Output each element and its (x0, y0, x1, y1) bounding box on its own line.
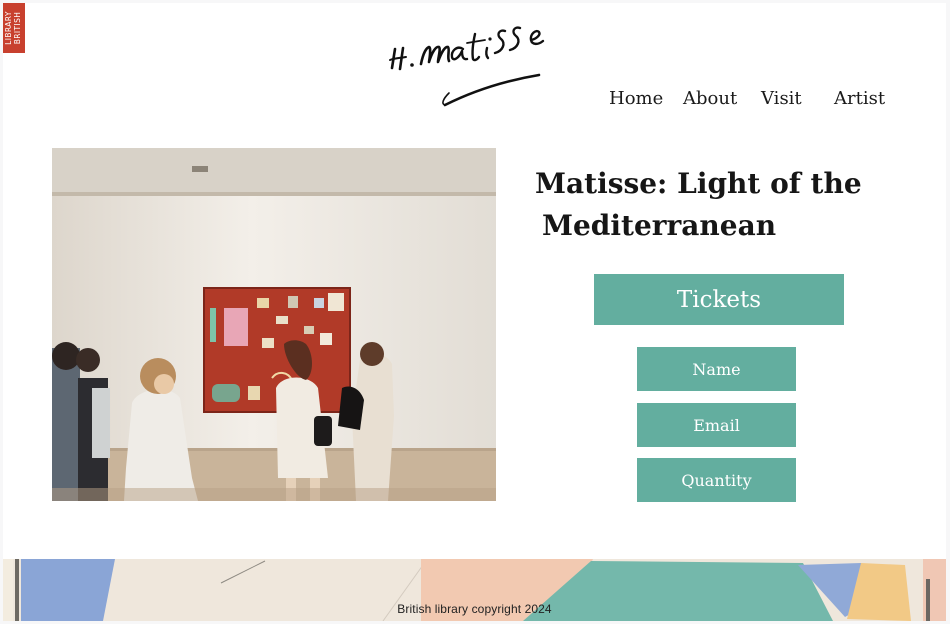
page: LIBRARY BRITISH Home About Visit Artist … (3, 3, 946, 621)
page-title: Matisse: Light of the Mediterranean (535, 163, 875, 247)
nav-home-link[interactable]: Home (609, 88, 663, 109)
british-library-logo-text: LIBRARY BRITISH (4, 11, 22, 45)
matisse-signature-logo[interactable] (383, 21, 553, 111)
page-title-line-2: Mediterranean (542, 209, 777, 242)
nav-artist-link[interactable]: Artist (834, 88, 885, 109)
email-field-button[interactable]: Email (637, 403, 796, 447)
gallery-photo (52, 148, 496, 501)
nav-about-link[interactable]: About (683, 88, 737, 109)
quantity-field-button[interactable]: Quantity (637, 458, 796, 502)
british-library-logo[interactable]: LIBRARY BRITISH (3, 3, 25, 53)
page-title-line-1: Matisse: Light of the (535, 167, 862, 200)
name-field-button[interactable]: Name (637, 347, 796, 391)
copyright-text: British library copyright 2024 (397, 602, 552, 616)
tickets-button[interactable]: Tickets (594, 274, 844, 325)
nav-visit-link[interactable]: Visit (761, 88, 802, 109)
